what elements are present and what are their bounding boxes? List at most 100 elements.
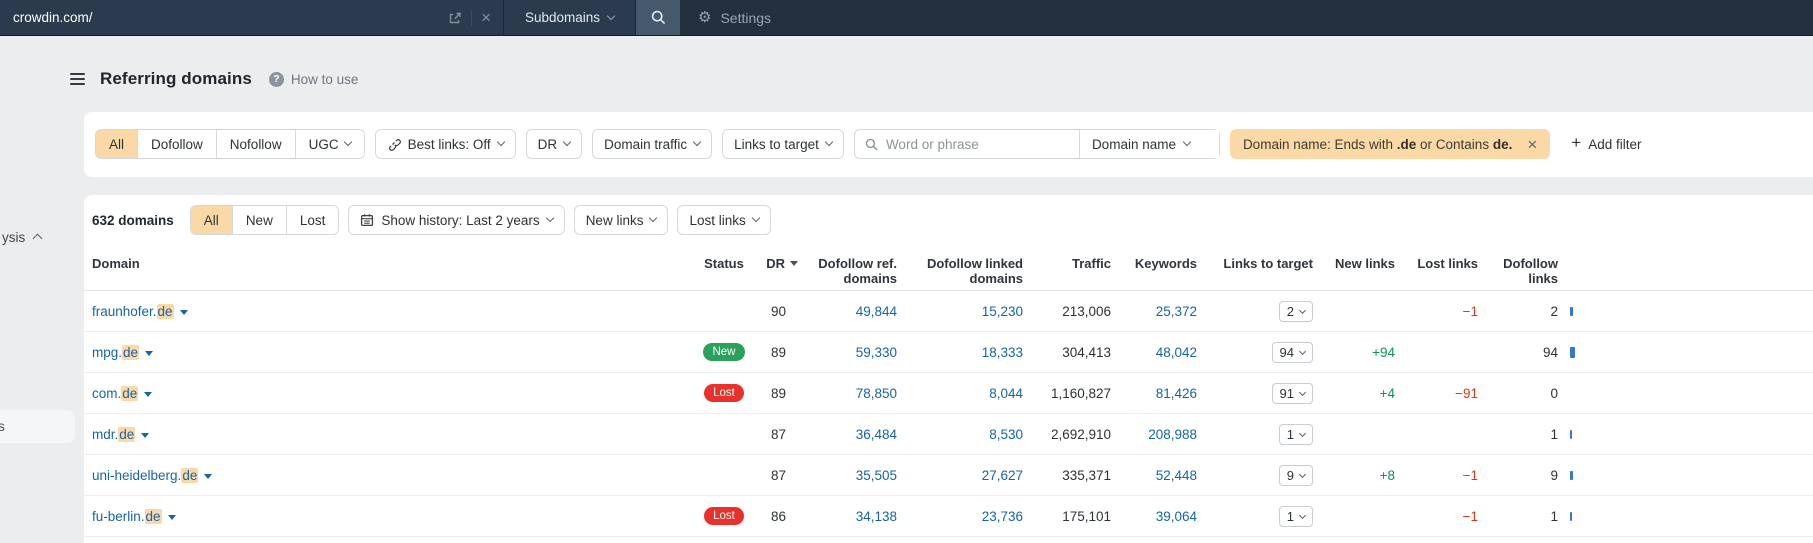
cell-status <box>700 291 748 331</box>
search-button[interactable] <box>636 0 680 35</box>
cell-status: Lost <box>700 496 748 536</box>
filter-ugc[interactable]: UGC <box>295 130 364 158</box>
cell-dofollow-links: 2 <box>1550 303 1558 319</box>
sidebar-section-cutoff[interactable]: ysis <box>2 230 43 245</box>
dofollow-ref-link[interactable]: 59,330 <box>856 345 897 360</box>
cell-status: Lost <box>700 373 748 413</box>
keywords-link[interactable]: 81,426 <box>1156 386 1197 401</box>
keywords-link[interactable]: 48,042 <box>1156 345 1197 360</box>
dofollow-ref-link[interactable]: 78,850 <box>856 386 897 401</box>
search-icon <box>865 138 878 150</box>
status-all[interactable]: All <box>190 206 233 234</box>
remove-filter-icon[interactable]: × <box>1527 136 1537 153</box>
dofollow-linked-link[interactable]: 23,736 <box>982 509 1023 524</box>
chevron-down-icon <box>1298 388 1307 396</box>
col-header-bar <box>1558 250 1588 290</box>
chevron-down-icon <box>496 137 505 147</box>
col-header-traffic[interactable]: Traffic <box>1023 250 1111 290</box>
word-search-combo: Word or phrase Domain name <box>853 129 1220 159</box>
domain-dropdown-icon[interactable] <box>141 433 150 438</box>
col-header-dr[interactable]: DR <box>748 250 798 290</box>
dofollow-linked-link[interactable]: 8,530 <box>989 427 1023 442</box>
links-to-target-select[interactable]: 91 <box>1271 382 1313 404</box>
links-to-target-select[interactable]: 9 <box>1278 464 1313 486</box>
lost-links-button[interactable]: Lost links <box>677 205 771 235</box>
sidebar-item-cutoff[interactable]: s <box>0 410 75 443</box>
col-header-dofollow-linked[interactable]: Dofollow linked domains <box>897 250 1023 290</box>
mode-dropdown[interactable]: Subdomains <box>504 0 636 35</box>
help-icon[interactable]: ? <box>268 71 284 87</box>
cell-dofollow-links: 0 <box>1550 385 1558 401</box>
domain-dropdown-icon[interactable] <box>204 474 213 479</box>
filter-nofollow[interactable]: Nofollow <box>216 130 296 158</box>
mode-label: Subdomains <box>524 10 601 25</box>
col-header-status[interactable]: Status <box>700 250 748 290</box>
domain-dropdown-icon[interactable] <box>145 351 154 356</box>
show-history-button[interactable]: Show history: Last 2 years <box>348 205 565 235</box>
links-to-target-select[interactable]: 1 <box>1278 505 1313 527</box>
col-header-links-to-target[interactable]: Links to target <box>1197 250 1313 290</box>
dofollow-ref-link[interactable]: 49,844 <box>856 304 897 319</box>
clear-input-icon[interactable]: × <box>481 9 491 26</box>
domain-dropdown-icon[interactable] <box>144 392 153 397</box>
cell-links-to-target: 1 <box>1197 414 1313 454</box>
word-search-input[interactable]: Word or phrase <box>855 130 1079 158</box>
settings-button[interactable]: ⚙ Settings <box>698 0 771 35</box>
menu-icon[interactable] <box>70 73 85 85</box>
cell-traffic: 213,006 <box>1062 303 1111 319</box>
dofollow-linked-link[interactable]: 18,333 <box>982 345 1023 360</box>
cell-dofollow-ref: 59,330 <box>798 332 897 372</box>
filter-dofollow[interactable]: Dofollow <box>138 130 217 158</box>
cell-traffic: 304,413 <box>1062 344 1111 360</box>
topbar: crowdin.com/ × Subdomains ⚙ Settings <box>0 0 1813 36</box>
dofollow-ref-link[interactable]: 35,505 <box>856 468 897 483</box>
dofollow-ref-link[interactable]: 34,138 <box>856 509 897 524</box>
domain-link[interactable]: fu-berlin.de <box>92 508 162 524</box>
links-to-target-select[interactable]: 94 <box>1271 341 1313 363</box>
links-to-target-select[interactable]: 1 <box>1278 423 1313 445</box>
keywords-link[interactable]: 52,448 <box>1156 468 1197 483</box>
how-to-use-link[interactable]: How to use <box>291 72 359 87</box>
keywords-link[interactable]: 39,064 <box>1156 509 1197 524</box>
best-links-button[interactable]: Best links: Off <box>374 129 516 159</box>
links-to-target-filter-button[interactable]: Links to target <box>722 129 844 159</box>
keywords-link[interactable]: 25,372 <box>1156 304 1197 319</box>
dofollow-linked-link[interactable]: 27,627 <box>982 468 1023 483</box>
dofollow-ref-link[interactable]: 36,484 <box>856 427 897 442</box>
link-icon <box>388 139 401 151</box>
chevron-down-icon <box>562 137 572 147</box>
open-external-icon[interactable] <box>448 11 462 25</box>
dofollow-linked-link[interactable]: 8,044 <box>989 386 1023 401</box>
keywords-link[interactable]: 208,988 <box>1148 427 1197 442</box>
domain-dropdown-icon[interactable] <box>179 310 188 315</box>
cell-dofollow-linked: 23,736 <box>897 496 1023 536</box>
col-header-dofollow-ref[interactable]: Dofollow ref. domains <box>798 250 897 290</box>
col-header-keywords[interactable]: Keywords <box>1111 250 1197 290</box>
search-field-select[interactable]: Domain name <box>1078 130 1219 158</box>
domain-link[interactable]: mpg.de <box>92 344 140 360</box>
status-new[interactable]: New <box>232 206 287 234</box>
domain-link[interactable]: mdr.de <box>92 426 136 442</box>
cell-dofollow-links: 9 <box>1550 467 1558 483</box>
col-header-dofollow-links[interactable]: Dofollow links <box>1478 250 1558 290</box>
dofollow-linked-link[interactable]: 15,230 <box>982 304 1023 319</box>
active-filter-chip[interactable]: Domain name: Ends with .de or Contains d… <box>1229 129 1551 159</box>
links-to-target-select[interactable]: 2 <box>1278 300 1313 322</box>
filter-all[interactable]: All <box>96 130 139 158</box>
add-filter-button[interactable]: + Add filter <box>1565 133 1647 154</box>
status-lost[interactable]: Lost <box>286 206 339 234</box>
col-header-new-links[interactable]: New links <box>1313 250 1395 290</box>
target-url-value[interactable]: crowdin.com/ <box>13 10 448 25</box>
domain-link[interactable]: fraunhofer.de <box>92 303 174 319</box>
col-header-lost-links[interactable]: Lost links <box>1395 250 1478 290</box>
col-header-domain[interactable]: Domain <box>92 250 700 290</box>
target-input[interactable]: crowdin.com/ × <box>0 0 504 35</box>
cell-links-to-target: 94 <box>1197 332 1313 372</box>
new-links-button[interactable]: New links <box>573 205 669 235</box>
cell-lost-links <box>1395 414 1478 454</box>
domain-dropdown-icon[interactable] <box>167 515 176 520</box>
domain-traffic-filter-button[interactable]: Domain traffic <box>592 129 713 159</box>
dr-filter-button[interactable]: DR <box>525 129 583 159</box>
domain-link[interactable]: com.de <box>92 385 139 401</box>
domain-link[interactable]: uni-heidelberg.de <box>92 467 199 483</box>
